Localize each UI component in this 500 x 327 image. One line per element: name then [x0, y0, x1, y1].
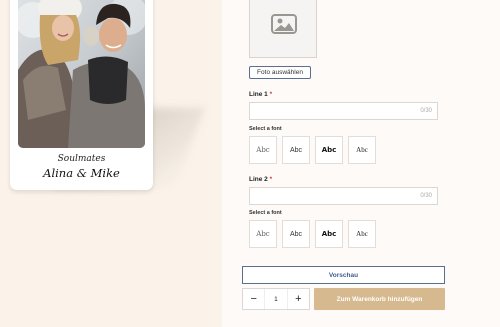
line2-input[interactable]: 0/30 — [249, 187, 438, 205]
line1-input[interactable]: 0/30 — [249, 102, 438, 120]
line2-font-option-4[interactable]: Abc — [348, 220, 376, 248]
line1-font-option-2[interactable]: Abc — [282, 136, 310, 164]
image-placeholder-icon — [271, 14, 297, 39]
line2-font-option-1[interactable]: Abc — [249, 220, 277, 248]
quantity-increase-button[interactable]: + — [288, 289, 309, 309]
polaroid-caption-top: Soulmates — [57, 154, 106, 164]
quantity-decrease-button[interactable]: − — [243, 289, 264, 309]
quantity-stepper: − 1 + — [242, 288, 310, 310]
line1-font-option-4[interactable]: Abc — [348, 136, 376, 164]
choose-photo-button[interactable]: Foto auswählen — [249, 66, 311, 79]
line2-char-counter: 0/30 — [420, 193, 432, 199]
preview-button[interactable]: Vorschau — [242, 266, 445, 284]
line1-label-text: Line 1 — [249, 91, 268, 98]
line2-font-option-2[interactable]: Abc — [282, 220, 310, 248]
polaroid-caption-names: Alina & Mike — [43, 166, 120, 180]
line1-font-option-1[interactable]: Abc — [249, 136, 277, 164]
line2-label-text: Line 2 — [249, 176, 268, 183]
image-upload-preview[interactable] — [249, 0, 317, 58]
line1-char-counter: 0/30 — [420, 108, 432, 114]
line2-font-option-3[interactable]: Abc — [315, 220, 343, 248]
polaroid-preview: Soulmates Alina & Mike — [10, 0, 153, 190]
quantity-value[interactable]: 1 — [264, 289, 288, 309]
add-to-cart-button[interactable]: Zum Warenkorb hinzufügen — [314, 288, 445, 310]
line1-required-mark: * — [269, 91, 273, 98]
line2-font-label: Select a font — [249, 210, 282, 216]
line1-font-option-3[interactable]: Abc — [315, 136, 343, 164]
line1-font-label: Select a font — [249, 126, 282, 132]
line1-label: Line 1 * — [249, 91, 272, 98]
line1-font-options: Abc Abc Abc Abc — [249, 136, 376, 164]
line2-label: Line 2 * — [249, 176, 272, 183]
line2-required-mark: * — [269, 176, 273, 183]
couple-photo — [18, 0, 145, 148]
line2-font-options: Abc Abc Abc Abc — [249, 220, 376, 248]
